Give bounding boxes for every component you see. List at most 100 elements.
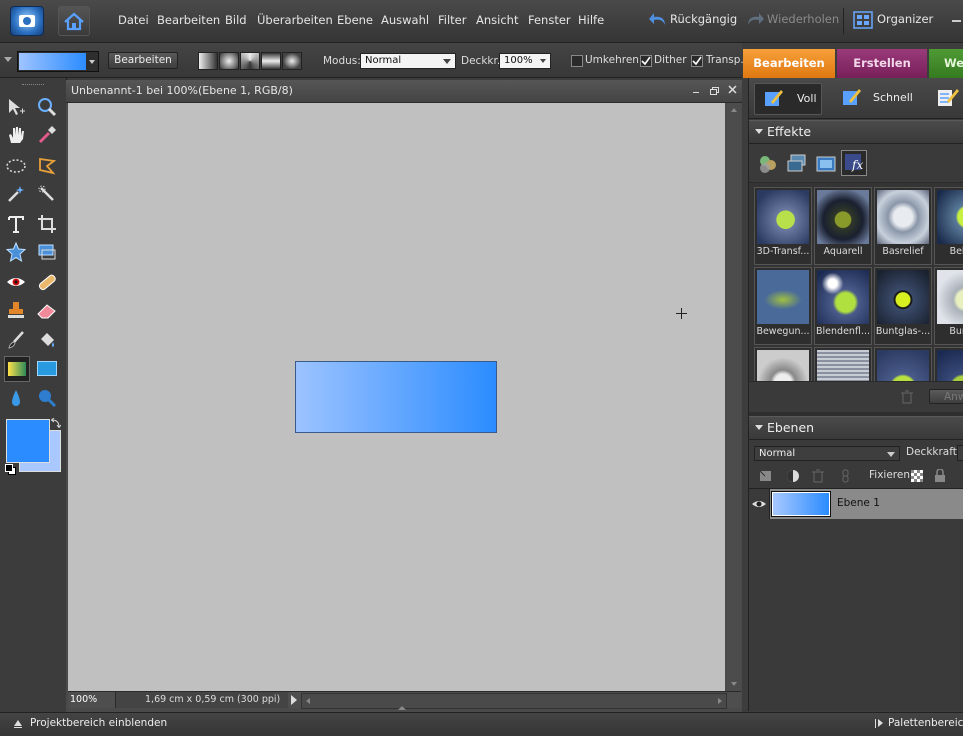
- minimize-icon[interactable]: [952, 20, 961, 22]
- home-icon[interactable]: [58, 6, 90, 36]
- crop-tool-icon[interactable]: [35, 212, 59, 236]
- gradient-picker[interactable]: [17, 51, 99, 72]
- effect-thumb-row3-4[interactable]: [934, 347, 963, 381]
- shape-tool-icon[interactable]: [35, 356, 59, 380]
- menu-hilfe[interactable]: Hilfe: [578, 13, 604, 27]
- delete-layer-icon[interactable]: [812, 469, 824, 483]
- menu-bearbeiten[interactable]: Bearbeiten: [157, 13, 220, 27]
- effect-thumb-buntstift[interactable]: Bunts: [934, 267, 963, 345]
- layer-opacity-field[interactable]: 1: [957, 445, 963, 461]
- gradient-image[interactable]: [295, 361, 497, 433]
- reverse-checkbox[interactable]: [571, 55, 583, 67]
- effect-thumb-beleuchtung[interactable]: Beleu: [934, 187, 963, 265]
- filters-icon[interactable]: [757, 153, 779, 175]
- cookie-cutter-tool-icon[interactable]: [4, 240, 28, 264]
- lock-transparency-icon[interactable]: [911, 470, 923, 482]
- default-colors-icon[interactable]: [5, 464, 16, 475]
- document-titlebar[interactable]: Unbenannt-1 bei 100%(Ebene 1, RGB/8): [66, 80, 742, 103]
- gradient-tool-icon[interactable]: [4, 356, 30, 382]
- healing-brush-tool-icon[interactable]: [35, 270, 59, 294]
- layer-name[interactable]: Ebene 1: [837, 497, 880, 509]
- menu-auswahl[interactable]: Auswahl: [381, 13, 429, 27]
- menu-ueberarbeiten[interactable]: Überarbeiten: [257, 13, 333, 27]
- quick-edit-button[interactable]: Schnell: [839, 83, 919, 113]
- menu-fenster[interactable]: Fenster: [528, 13, 571, 27]
- edit-gradient-button[interactable]: Bearbeiten: [108, 52, 178, 69]
- doc-close-icon[interactable]: [727, 84, 739, 96]
- link-layers-icon[interactable]: [841, 469, 851, 483]
- show-all-effects-icon[interactable]: fx: [841, 150, 867, 176]
- radial-gradient-icon[interactable]: [219, 52, 239, 70]
- effect-thumb-3d-transform[interactable]: 3D-Transf...: [754, 187, 812, 265]
- app-logo-icon[interactable]: [10, 6, 44, 36]
- effect-thumb-bewegung[interactable]: Bewegun...: [754, 267, 812, 345]
- sponge-tool-icon[interactable]: [35, 386, 59, 410]
- menu-filter[interactable]: Filter: [438, 13, 466, 27]
- hand-tool-icon[interactable]: [4, 123, 28, 147]
- marquee-tool-icon[interactable]: [4, 154, 28, 178]
- layer-styles-icon[interactable]: [786, 153, 808, 175]
- full-edit-button[interactable]: Voll: [754, 83, 822, 115]
- linear-gradient-icon[interactable]: [198, 52, 218, 70]
- tab-weitergeben[interactable]: Wei: [929, 49, 963, 78]
- zoom-level[interactable]: 100%: [70, 694, 97, 705]
- effect-thumb-basrelief[interactable]: Basrelief: [874, 187, 932, 265]
- red-eye-tool-icon[interactable]: [4, 270, 28, 294]
- eraser-tool-icon[interactable]: [35, 298, 59, 322]
- lock-all-icon[interactable]: [934, 469, 946, 483]
- new-layer-icon[interactable]: [759, 469, 773, 483]
- canvas-area[interactable]: [68, 103, 725, 691]
- tool-preset-arrow-icon[interactable]: [4, 57, 12, 62]
- swap-colors-icon[interactable]: [50, 417, 62, 429]
- foreground-color-swatch[interactable]: [6, 419, 50, 463]
- tab-erstellen[interactable]: Erstellen: [837, 49, 927, 78]
- layer-row[interactable]: Ebene 1: [749, 488, 963, 520]
- brush-tool-icon[interactable]: [4, 328, 28, 352]
- straighten-tool-icon[interactable]: [35, 240, 59, 264]
- clone-stamp-tool-icon[interactable]: [4, 298, 28, 322]
- angle-gradient-icon[interactable]: [240, 52, 260, 70]
- layer-visibility-eye-icon[interactable]: [749, 489, 770, 519]
- project-bin-grip-icon[interactable]: [398, 706, 406, 710]
- effects-panel-header[interactable]: Effekte: [749, 120, 963, 144]
- mode-select[interactable]: Normal: [360, 53, 456, 69]
- lasso-tool-icon[interactable]: [35, 154, 59, 178]
- horizontal-scrollbar[interactable]: [301, 693, 727, 709]
- dither-checkbox[interactable]: [640, 55, 652, 67]
- vertical-scrollbar[interactable]: [727, 103, 741, 691]
- effect-thumb-row3-3[interactable]: [874, 347, 932, 381]
- mode-select-value: Normal: [365, 55, 402, 66]
- status-menu-arrow-icon[interactable]: [291, 695, 297, 705]
- reflected-gradient-icon[interactable]: [261, 52, 281, 70]
- menu-ebene[interactable]: Ebene: [337, 13, 373, 27]
- menu-datei[interactable]: Datei: [118, 13, 149, 27]
- tab-bearbeiten[interactable]: Bearbeiten: [743, 49, 835, 78]
- effect-thumb-row3-1[interactable]: [754, 347, 812, 381]
- doc-restore-icon[interactable]: [710, 87, 719, 95]
- opacity-field[interactable]: 100%: [499, 53, 551, 69]
- eyedropper-tool-icon[interactable]: [35, 123, 59, 147]
- adjustment-layer-icon[interactable]: [786, 469, 800, 483]
- paint-bucket-tool-icon[interactable]: [35, 328, 59, 352]
- diamond-gradient-icon[interactable]: [282, 52, 302, 70]
- trash-icon[interactable]: [901, 390, 913, 404]
- type-tool-icon[interactable]: [4, 212, 28, 236]
- effect-thumb-buntglas[interactable]: Buntglas-...: [874, 267, 932, 345]
- effect-thumb-row3-2[interactable]: [814, 347, 872, 381]
- menu-ansicht[interactable]: Ansicht: [476, 13, 518, 27]
- zoom-tool-icon[interactable]: [35, 95, 59, 119]
- effect-thumb-aquarell[interactable]: Aquarell: [814, 187, 872, 265]
- blur-tool-icon[interactable]: [4, 386, 28, 410]
- blend-mode-select[interactable]: Normal: [754, 446, 900, 461]
- move-tool-icon[interactable]: [4, 95, 28, 119]
- menu-bild[interactable]: Bild: [225, 13, 247, 27]
- effect-thumb-blendenflecke[interactable]: Blendenfl...: [814, 267, 872, 345]
- magic-wand-tool-icon[interactable]: [4, 182, 28, 206]
- doc-minimize-icon[interactable]: [693, 92, 699, 93]
- layers-panel-header[interactable]: Ebenen: [749, 416, 963, 440]
- guided-edit-icon[interactable]: [937, 87, 959, 109]
- selection-brush-tool-icon[interactable]: [35, 182, 59, 206]
- transparency-checkbox[interactable]: [691, 55, 703, 67]
- photo-effects-icon[interactable]: [815, 153, 837, 175]
- apply-effect-button[interactable]: Anw: [929, 389, 963, 404]
